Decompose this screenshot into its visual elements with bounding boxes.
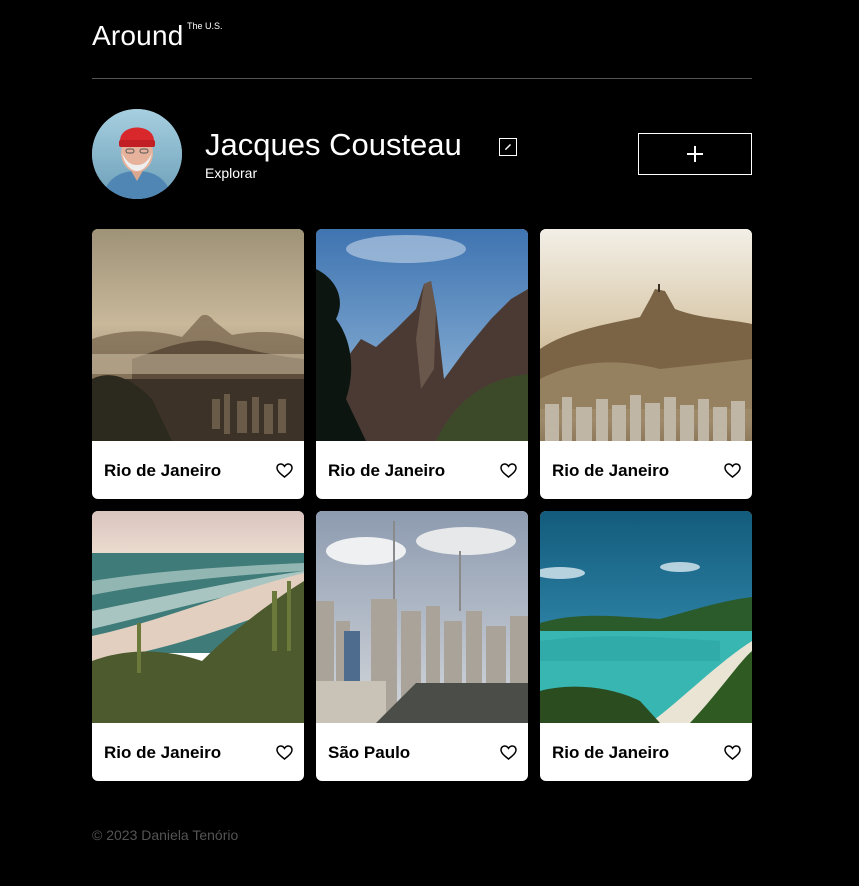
header: Around The U.S. bbox=[92, 0, 752, 79]
add-place-button[interactable] bbox=[638, 133, 752, 175]
like-button[interactable] bbox=[274, 460, 294, 480]
like-button[interactable] bbox=[498, 742, 518, 762]
place-title: Rio de Janeiro bbox=[104, 743, 222, 762]
heart-icon bbox=[499, 462, 517, 478]
footer-copyright: © 2023 Daniela Tenório bbox=[92, 827, 239, 843]
heart-icon bbox=[723, 462, 741, 478]
profile-section: Jacques Cousteau Explorar bbox=[92, 109, 752, 200]
place-card: Rio de Janeiro bbox=[92, 511, 304, 781]
place-image[interactable] bbox=[540, 511, 752, 723]
place-title: Rio de Janeiro bbox=[328, 461, 446, 480]
place-image[interactable] bbox=[92, 511, 304, 723]
profile-subtitle: Explorar bbox=[205, 165, 258, 181]
place-image[interactable] bbox=[540, 229, 752, 441]
profile-name: Jacques Cousteau bbox=[205, 127, 462, 162]
place-title: Rio de Janeiro bbox=[552, 461, 670, 480]
logo-superscript: The U.S. bbox=[187, 21, 223, 31]
place-card: Rio de Janeiro bbox=[316, 229, 528, 499]
heart-icon bbox=[723, 744, 741, 760]
place-card: Rio de Janeiro bbox=[92, 229, 304, 499]
like-button[interactable] bbox=[498, 460, 518, 480]
like-button[interactable] bbox=[722, 742, 742, 762]
places-grid: Rio de Janeiro Rio de Janeiro Rio de Jan… bbox=[92, 229, 752, 781]
place-card: Rio de Janeiro bbox=[540, 229, 752, 499]
plus-icon bbox=[687, 146, 703, 162]
heart-icon bbox=[275, 744, 293, 760]
place-image[interactable] bbox=[316, 229, 528, 441]
like-button[interactable] bbox=[722, 460, 742, 480]
edit-profile-button[interactable] bbox=[499, 138, 517, 156]
place-card: São Paulo bbox=[316, 511, 528, 781]
like-button[interactable] bbox=[274, 742, 294, 762]
heart-icon bbox=[275, 462, 293, 478]
place-image[interactable] bbox=[92, 229, 304, 441]
pencil-icon bbox=[505, 144, 511, 150]
heart-icon bbox=[499, 744, 517, 760]
place-title: São Paulo bbox=[328, 743, 411, 762]
place-image[interactable] bbox=[316, 511, 528, 723]
avatar[interactable] bbox=[92, 109, 182, 199]
logo[interactable]: Around bbox=[92, 20, 184, 52]
avatar-image bbox=[92, 109, 182, 199]
place-title: Rio de Janeiro bbox=[552, 743, 670, 762]
place-card: Rio de Janeiro bbox=[540, 511, 752, 781]
place-title: Rio de Janeiro bbox=[104, 461, 222, 480]
